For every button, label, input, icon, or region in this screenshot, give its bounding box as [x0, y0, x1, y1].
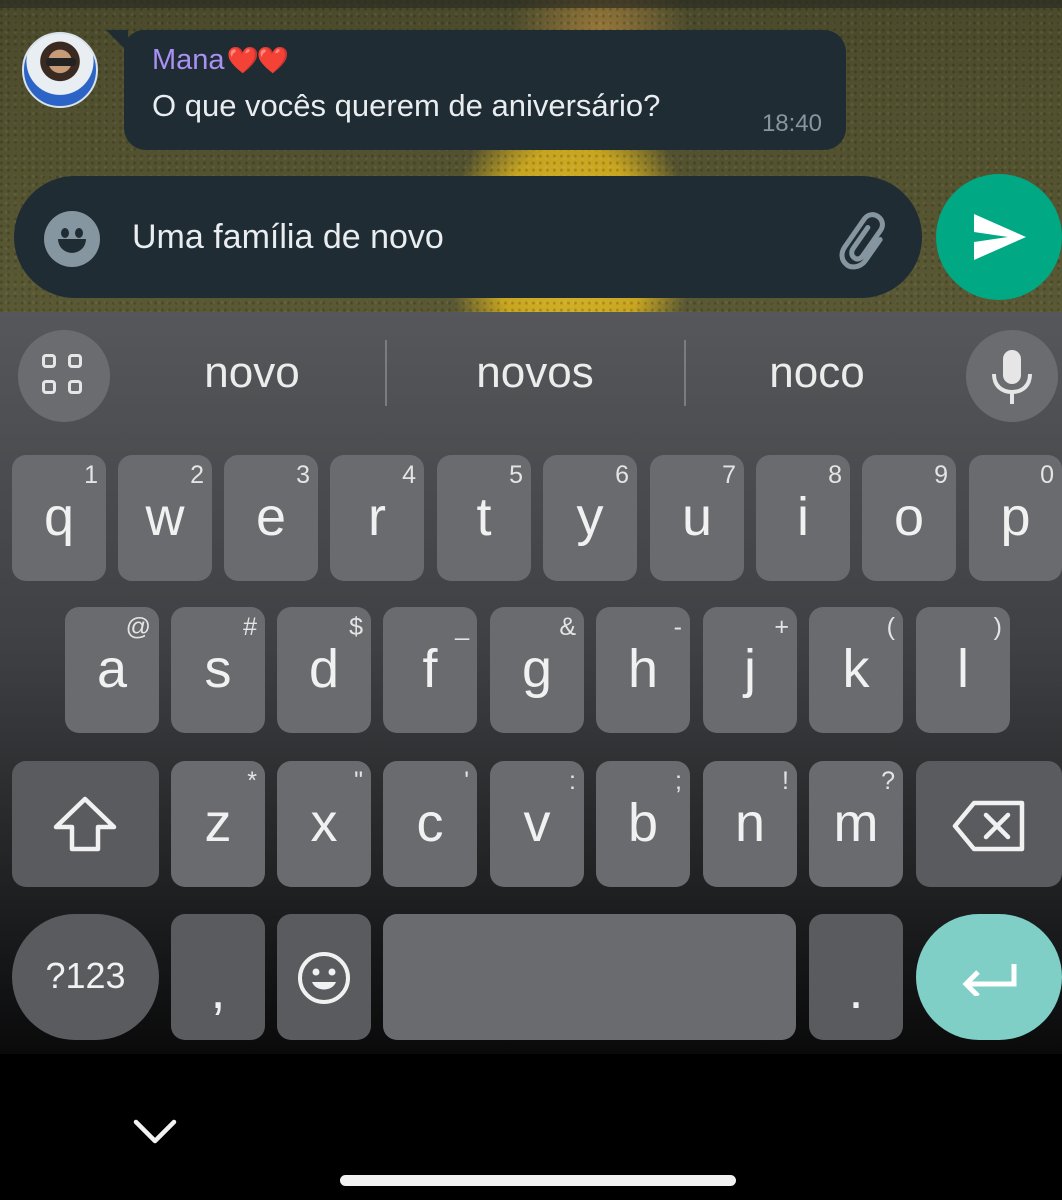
suggestion-divider — [684, 340, 686, 406]
home-gesture-bar[interactable] — [340, 1175, 736, 1186]
key-d[interactable]: $ d — [277, 607, 371, 733]
navigation-bar — [0, 1054, 1062, 1200]
backspace-key[interactable] — [916, 761, 1062, 887]
space-key[interactable] — [383, 914, 796, 1040]
key-g[interactable]: & g — [490, 607, 584, 733]
microphone-icon[interactable] — [966, 330, 1058, 422]
message-timestamp: 18:40 — [761, 110, 822, 137]
message-text: O que vocês querem de aniversário? — [152, 88, 661, 123]
key-r[interactable]: 4r — [330, 455, 424, 581]
smiley-icon — [298, 952, 350, 1004]
key-w[interactable]: 2w — [118, 455, 212, 581]
key-i[interactable]: 8i — [756, 455, 850, 581]
hearts-emoji: ❤️❤️ — [226, 45, 290, 75]
key-v[interactable]: :v — [490, 761, 584, 887]
key-o[interactable]: 9o — [862, 455, 956, 581]
message-composer: Uma família de novo — [14, 176, 922, 298]
send-icon — [974, 214, 1026, 260]
shift-icon — [53, 796, 117, 852]
hide-keyboard-chevron-icon[interactable] — [132, 1118, 178, 1146]
key-m[interactable]: ? m — [809, 761, 903, 887]
key-h[interactable]: -h — [596, 607, 690, 733]
soft-keyboard: novo novos noco 1q 2w 3e 4r 5t 6y 7u 8i … — [0, 312, 1062, 1054]
comma-key[interactable]: , — [171, 914, 265, 1040]
key-e[interactable]: 3e — [224, 455, 318, 581]
key-n[interactable]: ! n — [703, 761, 797, 887]
key-y[interactable]: 6y — [543, 455, 637, 581]
shift-key[interactable] — [12, 761, 159, 887]
paperclip-icon[interactable] — [836, 210, 896, 270]
suggestion-3[interactable]: noco — [697, 348, 937, 398]
suggestion-strip: novo novos noco — [0, 312, 1062, 432]
suggestion-1[interactable]: novo — [132, 348, 372, 398]
sender-name[interactable]: Mana❤️❤️ — [152, 44, 290, 77]
key-z[interactable]: * z — [171, 761, 265, 887]
key-a[interactable]: @ a — [65, 607, 159, 733]
key-t[interactable]: 5t — [437, 455, 531, 581]
emoji-icon[interactable] — [44, 211, 100, 267]
key-x[interactable]: " x — [277, 761, 371, 887]
backspace-icon — [952, 800, 1025, 852]
key-c[interactable]: ' c — [383, 761, 477, 887]
enter-key[interactable] — [916, 914, 1062, 1040]
sender-avatar[interactable] — [22, 32, 98, 108]
key-b[interactable]: ; b — [596, 761, 690, 887]
emoji-key[interactable] — [277, 914, 371, 1040]
key-j[interactable]: + j — [703, 607, 797, 733]
symbols-key[interactable]: ?123 — [12, 914, 159, 1040]
suggestion-divider — [385, 340, 387, 406]
key-k[interactable]: (k — [809, 607, 903, 733]
suggestion-2[interactable]: novos — [415, 348, 655, 398]
apps-grid-icon[interactable] — [18, 330, 110, 422]
send-button[interactable] — [936, 174, 1062, 300]
enter-icon — [962, 964, 1017, 996]
key-p[interactable]: 0p — [969, 455, 1062, 581]
key-u[interactable]: 7u — [650, 455, 744, 581]
incoming-message-bubble[interactable]: Mana❤️❤️ O que vocês querem de aniversár… — [106, 30, 846, 150]
key-l[interactable]: ) l — [916, 607, 1010, 733]
message-input[interactable]: Uma família de novo — [132, 218, 444, 257]
key-s[interactable]: # s — [171, 607, 265, 733]
key-f[interactable]: _ f — [383, 607, 477, 733]
period-key[interactable]: . — [809, 914, 903, 1040]
key-q[interactable]: 1q — [12, 455, 106, 581]
